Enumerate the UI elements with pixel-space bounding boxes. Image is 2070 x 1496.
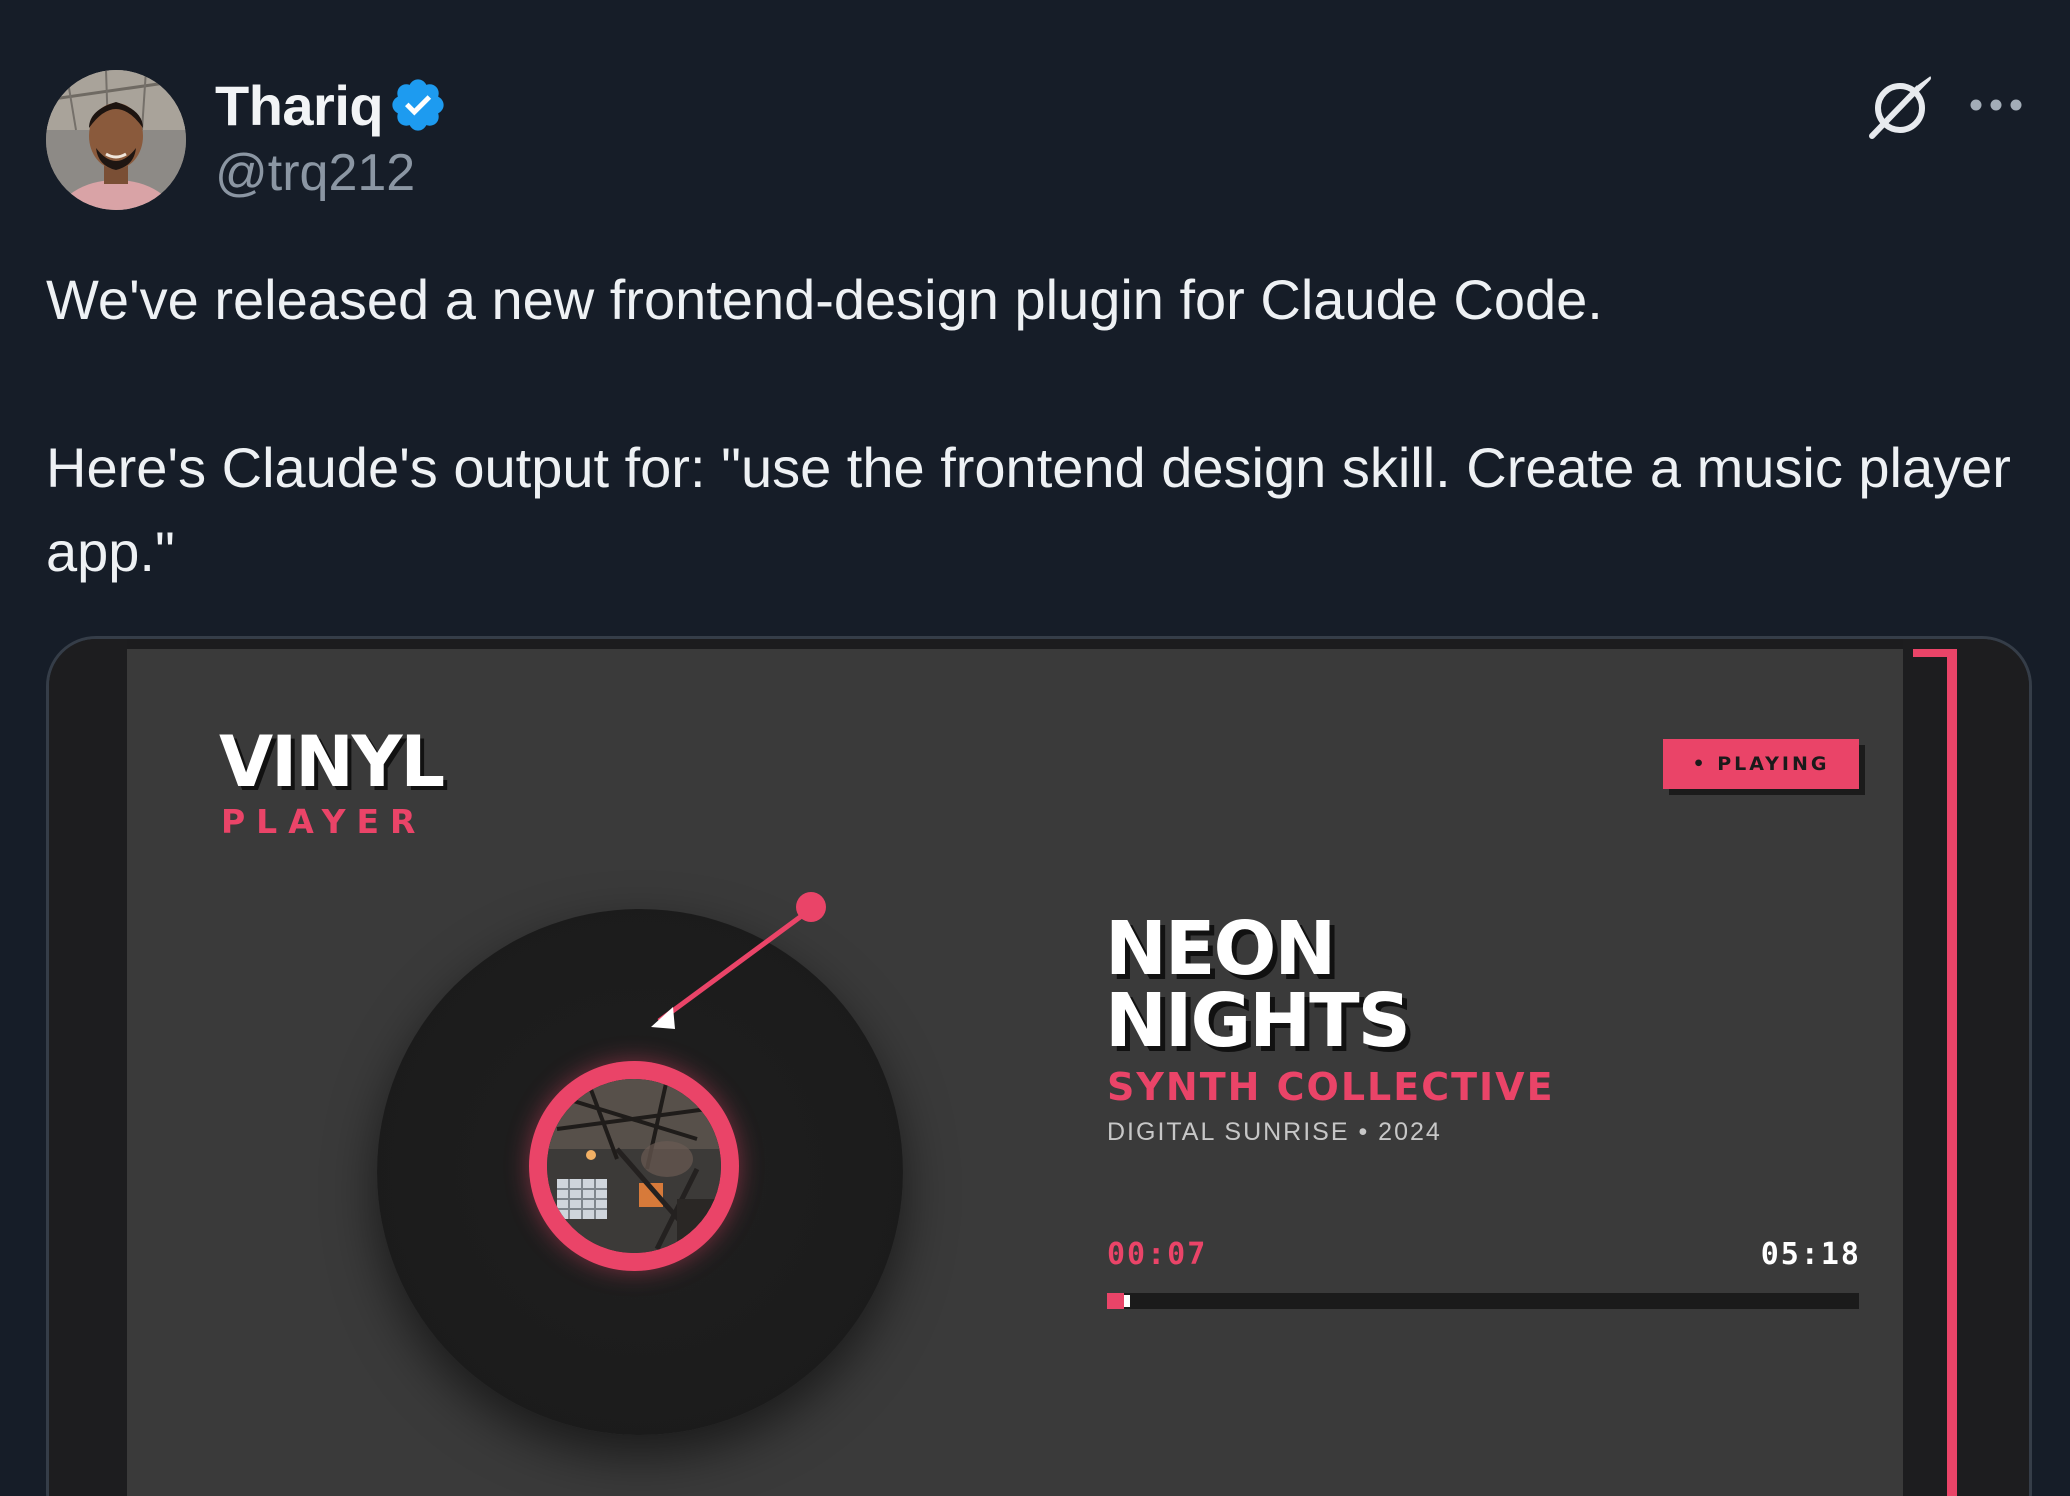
tonearm-pivot (796, 892, 826, 922)
track-artist: SYNTH COLLECTIVE (1107, 1065, 1555, 1109)
track-title-line2: NIGHTS (1105, 978, 1411, 1064)
progress-fill (1107, 1293, 1124, 1309)
progress-handle[interactable] (1124, 1295, 1130, 1307)
album-art (547, 1079, 721, 1253)
time-elapsed: 00:07 (1107, 1237, 1208, 1272)
avatar[interactable] (46, 70, 186, 210)
app-logo-subtitle: PLAYER (221, 802, 427, 841)
author-name[interactable]: Thariq (215, 66, 384, 146)
tweet-text-line2: Here's Claude's output for: "use the fro… (46, 436, 2011, 583)
tweet-view: Thariq @trq212 We've released a new fron… (0, 0, 2070, 1496)
time-total: 05:18 (1760, 1237, 1861, 1272)
tweet-text-line1: We've released a new frontend-design plu… (46, 268, 1603, 331)
media-right-edge (1903, 639, 2029, 1496)
status-badge: • PLAYING (1663, 739, 1859, 789)
track-title: NEON NIGHTS (1105, 912, 1411, 1058)
media-card[interactable]: VINYL PLAYER • PLAYING NEON NIGHTS SYNTH… (46, 636, 2032, 1496)
author-handle[interactable]: @trq212 (215, 138, 415, 208)
app-logo-title: VINYL (219, 721, 445, 803)
album-meta: DIGITAL SUNRISE • 2024 (1107, 1118, 1442, 1146)
verified-badge-icon (392, 79, 444, 131)
vinyl-record[interactable] (377, 909, 903, 1435)
album-art-image (547, 1079, 721, 1253)
avatar-photo (46, 70, 186, 210)
progress-bar[interactable] (1107, 1293, 1859, 1309)
music-player-app: VINYL PLAYER • PLAYING NEON NIGHTS SYNTH… (127, 649, 1903, 1496)
more-icon[interactable] (1968, 96, 2024, 114)
status-badge-label: • PLAYING (1692, 753, 1830, 775)
record-label-ring (529, 1061, 739, 1271)
grok-icon[interactable] (1864, 70, 1936, 142)
media-left-edge (49, 639, 127, 1496)
pink-frame-side (1947, 649, 1957, 1496)
